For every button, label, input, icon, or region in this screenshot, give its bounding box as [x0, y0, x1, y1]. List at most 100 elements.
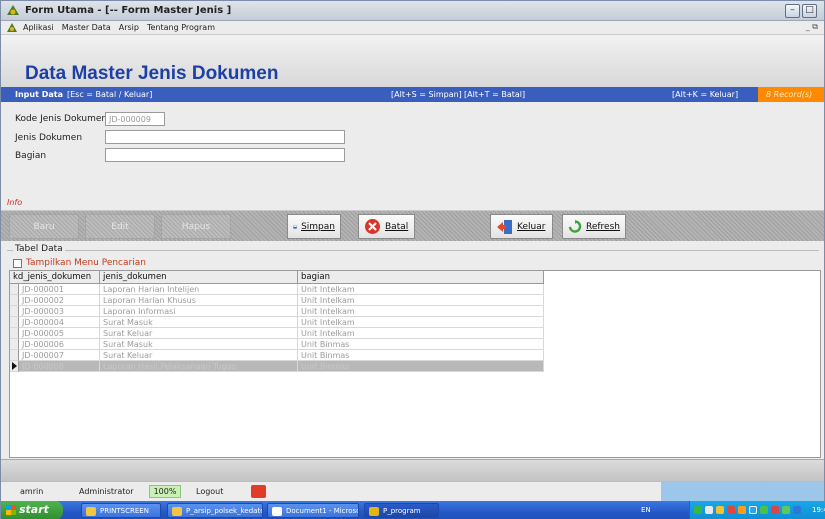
- edit-button[interactable]: Edit: [85, 214, 155, 239]
- baru-label: Baru: [33, 221, 55, 232]
- table-cell[interactable]: Unit Intelkam: [298, 306, 544, 317]
- col-header-kd[interactable]: kd_jenis_dokumen: [10, 271, 100, 284]
- table-cell[interactable]: Laporan Hasil Pelaksanaan Tugas: [100, 361, 298, 372]
- task-program[interactable]: P_program: [364, 503, 439, 518]
- folder-icon: [172, 507, 182, 516]
- table-cell[interactable]: JD-000005: [19, 328, 100, 339]
- batal-label: Batal: [385, 221, 409, 232]
- table-row[interactable]: JD-000003 Laporan Informasi Unit Intelkam: [10, 306, 544, 317]
- keluar-button[interactable]: Keluar: [490, 214, 553, 239]
- maximize-button[interactable]: □: [802, 4, 817, 18]
- search-toggle-label[interactable]: Tampilkan Menu Pencarian: [26, 258, 146, 268]
- table-row[interactable]: JD-000005 Surat Keluar Unit Intelkam: [10, 328, 544, 339]
- table-cell[interactable]: Unit Binmas: [298, 339, 544, 350]
- table-row[interactable]: JD-000001 Laporan Harian Intelijen Unit In…: [10, 284, 544, 295]
- tray-icon[interactable]: [727, 506, 735, 514]
- kode-label: Kode Jenis Dokumen: [15, 114, 108, 124]
- grid-header: kd_jenis_dokumen jenis_dokumen bagian: [10, 271, 544, 284]
- row-selector-arrow-icon[interactable]: [10, 361, 19, 372]
- search-toggle-checkbox[interactable]: [13, 259, 22, 268]
- baru-button[interactable]: Baru: [9, 214, 79, 239]
- logout-label[interactable]: Logout: [196, 487, 223, 496]
- tray-icon[interactable]: [771, 506, 779, 514]
- row-header[interactable]: [10, 284, 19, 295]
- row-header[interactable]: [10, 306, 19, 317]
- tray-icon[interactable]: [760, 506, 768, 514]
- row-header[interactable]: [10, 317, 19, 328]
- tray-icon[interactable]: [782, 506, 790, 514]
- table-cell[interactable]: JD-000007: [19, 350, 100, 361]
- shortcut-alt-t: [Alt+T = Batal]: [464, 90, 526, 99]
- task-arsip[interactable]: P_arsip_polsek_kedaton: [167, 503, 263, 518]
- tray-icon[interactable]: [749, 506, 757, 514]
- start-button[interactable]: start: [1, 501, 63, 519]
- table-row[interactable]: JD-000007 Surat Keluar Unit Binmas: [10, 350, 544, 361]
- table-row[interactable]: JD-000006 Surat Masuk Unit Binmas: [10, 339, 544, 350]
- table-cell[interactable]: JD-000002: [19, 295, 100, 306]
- table-cell[interactable]: Surat Keluar: [100, 328, 298, 339]
- kode-field[interactable]: JD-000009: [105, 112, 165, 126]
- main-window: Form Utama - [-- Form Master Jenis ] – □…: [0, 0, 825, 519]
- table-cell[interactable]: Laporan Informasi: [100, 306, 298, 317]
- table-cell[interactable]: Laporan Harian Khusus: [100, 295, 298, 306]
- system-tray: 19:4: [689, 501, 825, 519]
- menu-master-data[interactable]: Master Data: [62, 23, 111, 32]
- row-header[interactable]: [10, 328, 19, 339]
- table-row[interactable]: JD-000008 Laporan Hasil Pelaksanaan Tugas…: [10, 361, 544, 372]
- bagian-field[interactable]: [105, 148, 345, 162]
- task-label: Document1 - Microsof...: [286, 507, 358, 515]
- menu-arsip[interactable]: Arsip: [119, 23, 139, 32]
- col-header-bagian[interactable]: bagian: [298, 271, 544, 284]
- table-cell[interactable]: Unit Binmas: [298, 350, 544, 361]
- table-cell[interactable]: JD-000004: [19, 317, 100, 328]
- task-printscreen[interactable]: PRINTSCREEN: [81, 503, 161, 518]
- mdi-controls-icon[interactable]: _ ⧉: [806, 22, 818, 32]
- batal-button[interactable]: Batal: [358, 214, 415, 239]
- status-separator: [1, 459, 824, 481]
- table-cell[interactable]: Laporan Harian Intelijen: [100, 284, 298, 295]
- table-cell[interactable]: JD-000006: [19, 339, 100, 350]
- table-cell[interactable]: Surat Keluar: [100, 350, 298, 361]
- table-cell[interactable]: Unit Binmas: [298, 361, 544, 372]
- clock: 19:4: [812, 506, 825, 514]
- table-row[interactable]: JD-000002 Laporan Harian Khusus Unit Intel…: [10, 295, 544, 306]
- tray-icon[interactable]: [705, 506, 713, 514]
- hapus-label: Hapus: [181, 221, 211, 232]
- table-cell[interactable]: Unit Intelkam: [298, 328, 544, 339]
- row-header[interactable]: [10, 295, 19, 306]
- table-cell[interactable]: Unit Intelkam: [298, 295, 544, 306]
- window-title: Form Utama - [-- Form Master Jenis ]: [25, 5, 232, 16]
- simpan-button[interactable]: Simpan: [287, 214, 341, 239]
- task-label: PRINTSCREEN: [100, 507, 149, 515]
- menu-tentang-program[interactable]: Tentang Program: [147, 23, 215, 32]
- tray-icon[interactable]: [793, 506, 801, 514]
- col-header-jenis[interactable]: jenis_dokumen: [100, 271, 298, 284]
- table-cell[interactable]: Unit Intelkam: [298, 317, 544, 328]
- logout-icon[interactable]: [251, 485, 266, 498]
- menu-aplikasi[interactable]: Aplikasi: [23, 23, 54, 32]
- table-cell[interactable]: Surat Masuk: [100, 339, 298, 350]
- table-cell[interactable]: Surat Masuk: [100, 317, 298, 328]
- row-header[interactable]: [10, 350, 19, 361]
- language-indicator[interactable]: EN: [641, 506, 651, 514]
- tray-icon[interactable]: [716, 506, 724, 514]
- table-cell[interactable]: JD-000003: [19, 306, 100, 317]
- minimize-button[interactable]: –: [785, 4, 800, 18]
- table-legend: Tabel Data: [13, 244, 65, 254]
- tray-icon[interactable]: [738, 506, 746, 514]
- table-cell[interactable]: JD-000001: [19, 284, 100, 295]
- status-role: Administrator: [79, 487, 134, 496]
- hapus-button[interactable]: Hapus: [161, 214, 231, 239]
- row-header[interactable]: [10, 339, 19, 350]
- table-cell[interactable]: JD-000008: [19, 361, 100, 372]
- table-cell[interactable]: Unit Intelkam: [298, 284, 544, 295]
- title-bar: Form Utama - [-- Form Master Jenis ] – □: [1, 1, 824, 21]
- tray-icon[interactable]: [694, 506, 702, 514]
- data-grid[interactable]: kd_jenis_dokumen jenis_dokumen bagian JD…: [9, 270, 821, 458]
- edit-label: Edit: [111, 221, 129, 232]
- group-line: [7, 250, 819, 251]
- task-document[interactable]: Document1 - Microsof...: [267, 503, 359, 518]
- jenis-field[interactable]: [105, 130, 345, 144]
- table-row[interactable]: JD-000004 Surat Masuk Unit Intelkam: [10, 317, 544, 328]
- refresh-button[interactable]: Refresh: [562, 214, 626, 239]
